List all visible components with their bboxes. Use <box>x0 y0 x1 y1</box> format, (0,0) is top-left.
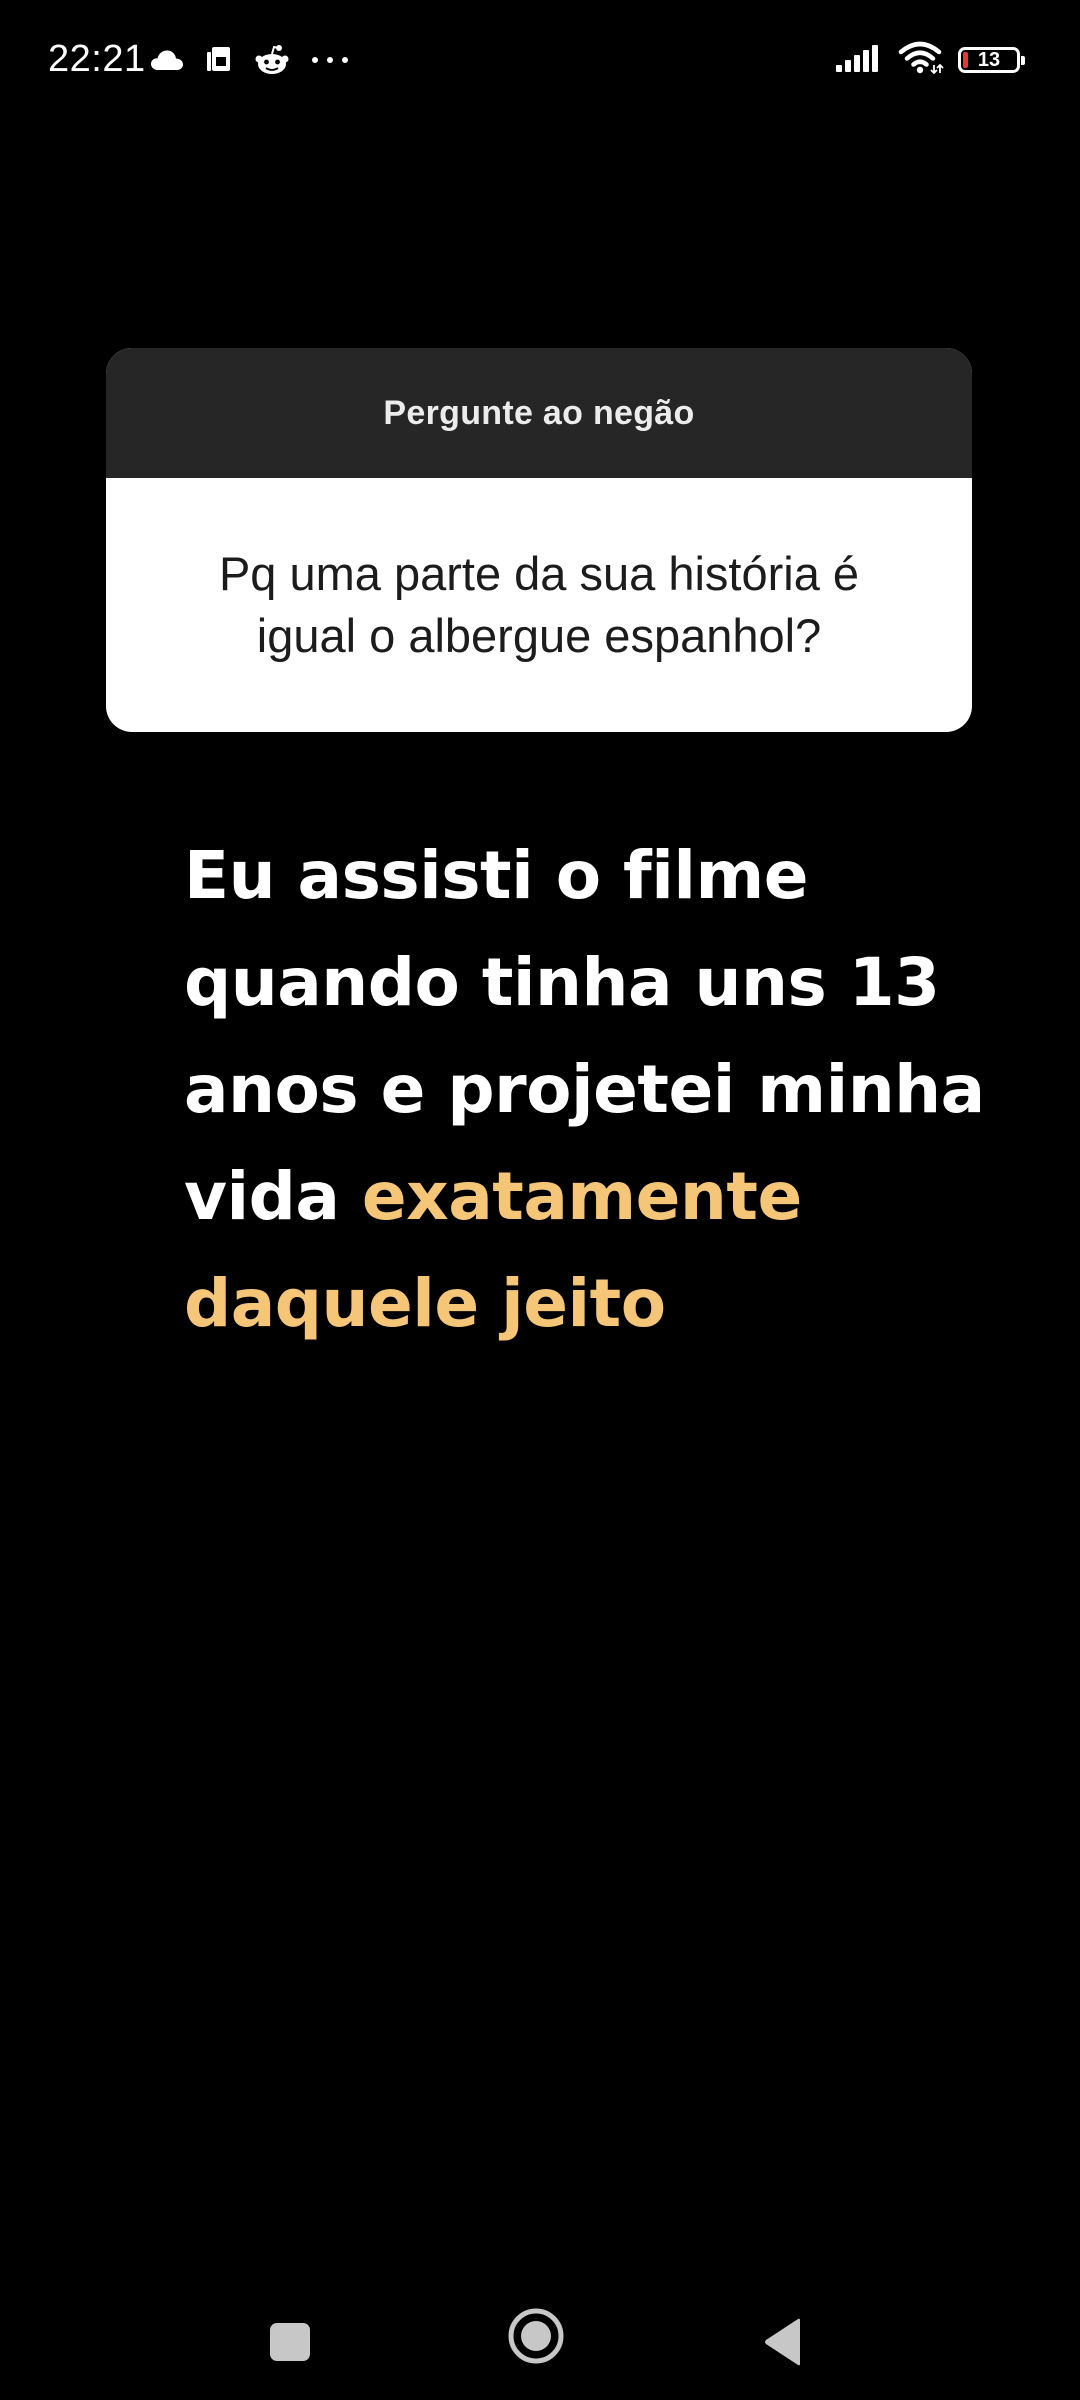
status-time: 22:21 <box>48 38 146 80</box>
recents-square-icon <box>270 2323 310 2361</box>
question-card-header: Pergunte ao negão <box>106 348 972 478</box>
battery-low-fill <box>963 52 968 68</box>
notification-icons <box>150 40 350 80</box>
sim-card-icon <box>204 45 234 75</box>
home-button[interactable] <box>504 2304 568 2368</box>
question-card-body: Pq uma parte da sua história é igual o a… <box>106 478 972 732</box>
battery-level: 13 <box>977 49 1001 71</box>
cloud-icon <box>150 49 184 71</box>
wifi-icon <box>898 41 944 80</box>
more-notifications-icon <box>310 55 350 65</box>
navigation-bar <box>0 2270 1080 2400</box>
question-prompt: Pergunte ao negão <box>383 393 695 432</box>
reddit-icon <box>254 43 290 77</box>
signal-strength-icon <box>834 43 884 78</box>
answer-text: Eu assisti o filme quando tinha uns 13 a… <box>184 822 1044 1357</box>
home-circle-icon <box>508 2308 564 2364</box>
question-card: Pergunte ao negão Pq uma parte da sua hi… <box>106 348 972 732</box>
battery-icon: 13 <box>958 47 1025 73</box>
question-text: Pq uma parte da sua história é igual o a… <box>218 547 860 662</box>
recents-button[interactable] <box>258 2310 322 2374</box>
back-button[interactable] <box>752 2310 816 2374</box>
status-bar: 22:21 13 <box>0 0 1080 120</box>
back-triangle-icon <box>765 2318 800 2366</box>
system-icons: 13 <box>834 40 1025 80</box>
